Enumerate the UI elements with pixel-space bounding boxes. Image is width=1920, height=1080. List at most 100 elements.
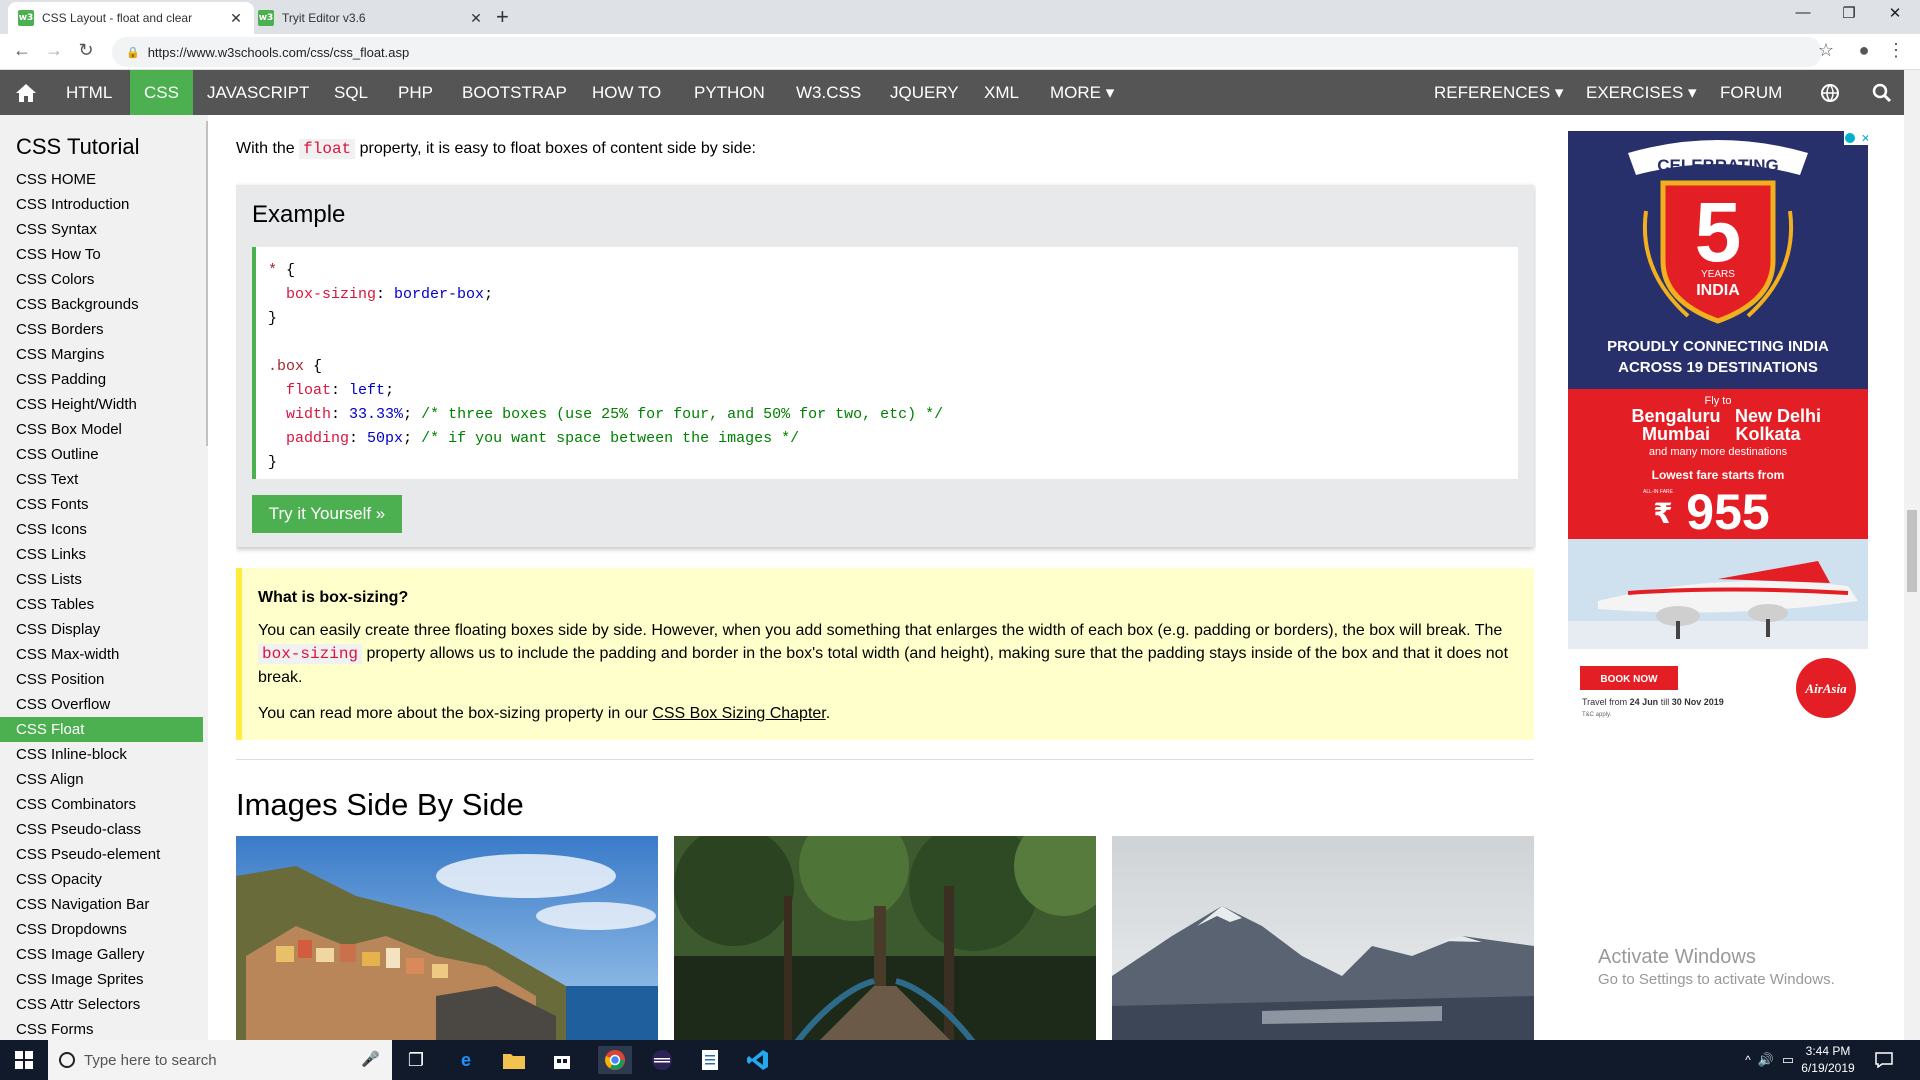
code-selector: *	[268, 262, 278, 279]
minimize-window-button[interactable]: —	[1780, 4, 1826, 21]
nav-how-to[interactable]: HOW TO	[578, 70, 675, 115]
bookmark-star-icon[interactable]: ☆	[1814, 40, 1838, 61]
sidebar-scroll-thumb[interactable]	[206, 121, 208, 446]
sidebar-item-css-position[interactable]: CSS Position	[0, 667, 203, 692]
sidebar-item-css-overflow[interactable]: CSS Overflow	[0, 692, 203, 717]
w3schools-favicon-icon: w3	[258, 10, 274, 26]
task-view-icon[interactable]: ❐	[402, 1046, 430, 1074]
page-scroll-thumb[interactable]	[1907, 510, 1917, 592]
sidebar-item-css-height-width[interactable]: CSS Height/Width	[0, 392, 203, 417]
vscode-icon[interactable]	[744, 1046, 772, 1074]
sidebar-item-css-tables[interactable]: CSS Tables	[0, 592, 203, 617]
nav-css[interactable]: CSS	[130, 70, 193, 115]
windows-start-icon[interactable]	[10, 1046, 38, 1074]
eclipse-icon[interactable]	[648, 1046, 676, 1074]
sidebar-item-css-lists[interactable]: CSS Lists	[0, 567, 203, 592]
sidebar-item-css-pseudo-class[interactable]: CSS Pseudo-class	[0, 817, 203, 842]
microphone-icon[interactable]: 🎤	[361, 1050, 380, 1068]
sidebar-item-css-image-sprites[interactable]: CSS Image Sprites	[0, 967, 203, 992]
sidebar-item-css-align[interactable]: CSS Align	[0, 767, 203, 792]
nav-bootstrap[interactable]: BOOTSTRAP	[448, 70, 581, 115]
code-brace: }	[268, 454, 278, 471]
sidebar-item-css-combinators[interactable]: CSS Combinators	[0, 792, 203, 817]
action-center-icon[interactable]	[1870, 1046, 1898, 1074]
sidebar-item-css-forms[interactable]: CSS Forms	[0, 1017, 203, 1040]
sidebar-item-css-backgrounds[interactable]: CSS Backgrounds	[0, 292, 203, 317]
sidebar-item-css-pseudo-element[interactable]: CSS Pseudo-element	[0, 842, 203, 867]
ad-book-now-label: BOOK NOW	[1600, 674, 1658, 685]
code-selector: .box	[268, 358, 305, 375]
nav-xml[interactable]: XML	[970, 70, 1033, 115]
example-box: Example * { box-sizing: border-box; } .b…	[236, 185, 1534, 547]
new-tab-button[interactable]: +	[496, 4, 509, 30]
sidebar-item-css-borders[interactable]: CSS Borders	[0, 317, 203, 342]
nav-php[interactable]: PHP	[384, 70, 447, 115]
sidebar-item-css-dropdowns[interactable]: CSS Dropdowns	[0, 917, 203, 942]
nav-jquery[interactable]: JQUERY	[876, 70, 973, 115]
close-tab-icon[interactable]: ✕	[468, 10, 484, 27]
sidebar-item-css-image-gallery[interactable]: CSS Image Gallery	[0, 942, 203, 967]
taskbar-search-box[interactable]: Type here to search 🎤	[48, 1040, 392, 1080]
taskbar-clock[interactable]: 3:44 PM 6/19/2019	[1788, 1043, 1868, 1077]
code-value: 50px	[367, 430, 404, 447]
restore-window-button[interactable]: ❐	[1826, 4, 1872, 22]
globe-icon[interactable]	[1806, 70, 1854, 115]
sidebar-item-css-max-width[interactable]: CSS Max-width	[0, 642, 203, 667]
css-box-sizing-link[interactable]: CSS Box Sizing Chapter	[652, 705, 825, 722]
nav-python[interactable]: PYTHON	[680, 70, 779, 115]
chrome-icon[interactable]	[598, 1046, 632, 1074]
forward-arrow-icon[interactable]: →	[42, 40, 66, 61]
store-icon[interactable]	[548, 1046, 576, 1074]
ad-price: 955	[1686, 484, 1769, 540]
sidebar-scrollbar[interactable]: ▲ ▼	[204, 115, 208, 1040]
search-icon[interactable]	[1858, 70, 1906, 115]
sidebar-item-css-outline[interactable]: CSS Outline	[0, 442, 203, 467]
nav-javascript[interactable]: JAVASCRIPT	[193, 70, 323, 115]
reload-icon[interactable]: ↻	[74, 40, 98, 61]
browser-menu-icon[interactable]: ⋮	[1884, 40, 1908, 61]
scroll-down-icon[interactable]: ▼	[205, 1027, 208, 1036]
nav-forum[interactable]: FORUM	[1706, 70, 1796, 115]
sidebar-item-css-display[interactable]: CSS Display	[0, 617, 203, 642]
sidebar-item-css-text[interactable]: CSS Text	[0, 467, 203, 492]
back-arrow-icon[interactable]: ←	[10, 40, 34, 61]
sidebar-item-css-home[interactable]: CSS HOME	[0, 167, 203, 192]
try-it-yourself-button[interactable]: Try it Yourself »	[252, 495, 402, 533]
sidebar-item-css-syntax[interactable]: CSS Syntax	[0, 217, 203, 242]
sidebar-item-css-margins[interactable]: CSS Margins	[0, 342, 203, 367]
nav-references[interactable]: REFERENCES ▾	[1420, 70, 1577, 115]
nav-html[interactable]: HTML	[52, 70, 126, 115]
sidebar-item-css-navigation-bar[interactable]: CSS Navigation Bar	[0, 892, 203, 917]
sidebar-item-css-float[interactable]: CSS Float	[0, 717, 203, 742]
profile-icon[interactable]: ●	[1852, 40, 1876, 61]
windows-taskbar: Type here to search 🎤 ❐ e ^ 🔊 ▭ 3:44 PM …	[0, 1040, 1920, 1080]
airasia-advertisement[interactable]: ✕ CELEBRATING 5 YEARS INDIA PROUDLY CONN…	[1568, 131, 1868, 731]
nav-sql[interactable]: SQL	[320, 70, 382, 115]
sidebar-item-css-links[interactable]: CSS Links	[0, 542, 203, 567]
sidebar-item-css-how-to[interactable]: CSS How To	[0, 242, 203, 267]
page-scrollbar[interactable]	[1904, 70, 1920, 1040]
sidebar-item-css-box-model[interactable]: CSS Box Model	[0, 417, 203, 442]
sidebar-item-css-attr-selectors[interactable]: CSS Attr Selectors	[0, 992, 203, 1017]
sidebar-item-css-introduction[interactable]: CSS Introduction	[0, 192, 203, 217]
notepad-icon[interactable]	[696, 1046, 724, 1074]
sidebar-item-css-icons[interactable]: CSS Icons	[0, 517, 203, 542]
note-paragraph: You can read more about the box-sizing p…	[258, 702, 1514, 725]
browser-tab-tryit[interactable]: w3 Tryit Editor v3.6 ✕	[248, 2, 494, 34]
ad-fare-label: Lowest fare starts from	[1652, 468, 1785, 482]
url-field[interactable]: 🔒 https://www.w3schools.com/css/css_floa…	[112, 37, 1822, 67]
sidebar-item-css-opacity[interactable]: CSS Opacity	[0, 867, 203, 892]
nav-more[interactable]: MORE ▾	[1036, 70, 1128, 115]
nav-w3css[interactable]: W3.CSS	[782, 70, 875, 115]
sidebar-item-css-fonts[interactable]: CSS Fonts	[0, 492, 203, 517]
edge-icon[interactable]: e	[452, 1046, 480, 1074]
sidebar-item-css-padding[interactable]: CSS Padding	[0, 367, 203, 392]
sidebar-item-css-colors[interactable]: CSS Colors	[0, 267, 203, 292]
nav-exercises[interactable]: EXERCISES ▾	[1572, 70, 1711, 115]
close-tab-icon[interactable]: ✕	[228, 10, 244, 27]
home-icon[interactable]	[0, 70, 52, 115]
sidebar-item-css-inline-block[interactable]: CSS Inline-block	[0, 742, 203, 767]
close-window-button[interactable]: ✕	[1872, 4, 1918, 22]
file-explorer-icon[interactable]	[500, 1046, 528, 1074]
browser-tab-css-float[interactable]: w3 CSS Layout - float and clear ✕	[8, 2, 254, 34]
